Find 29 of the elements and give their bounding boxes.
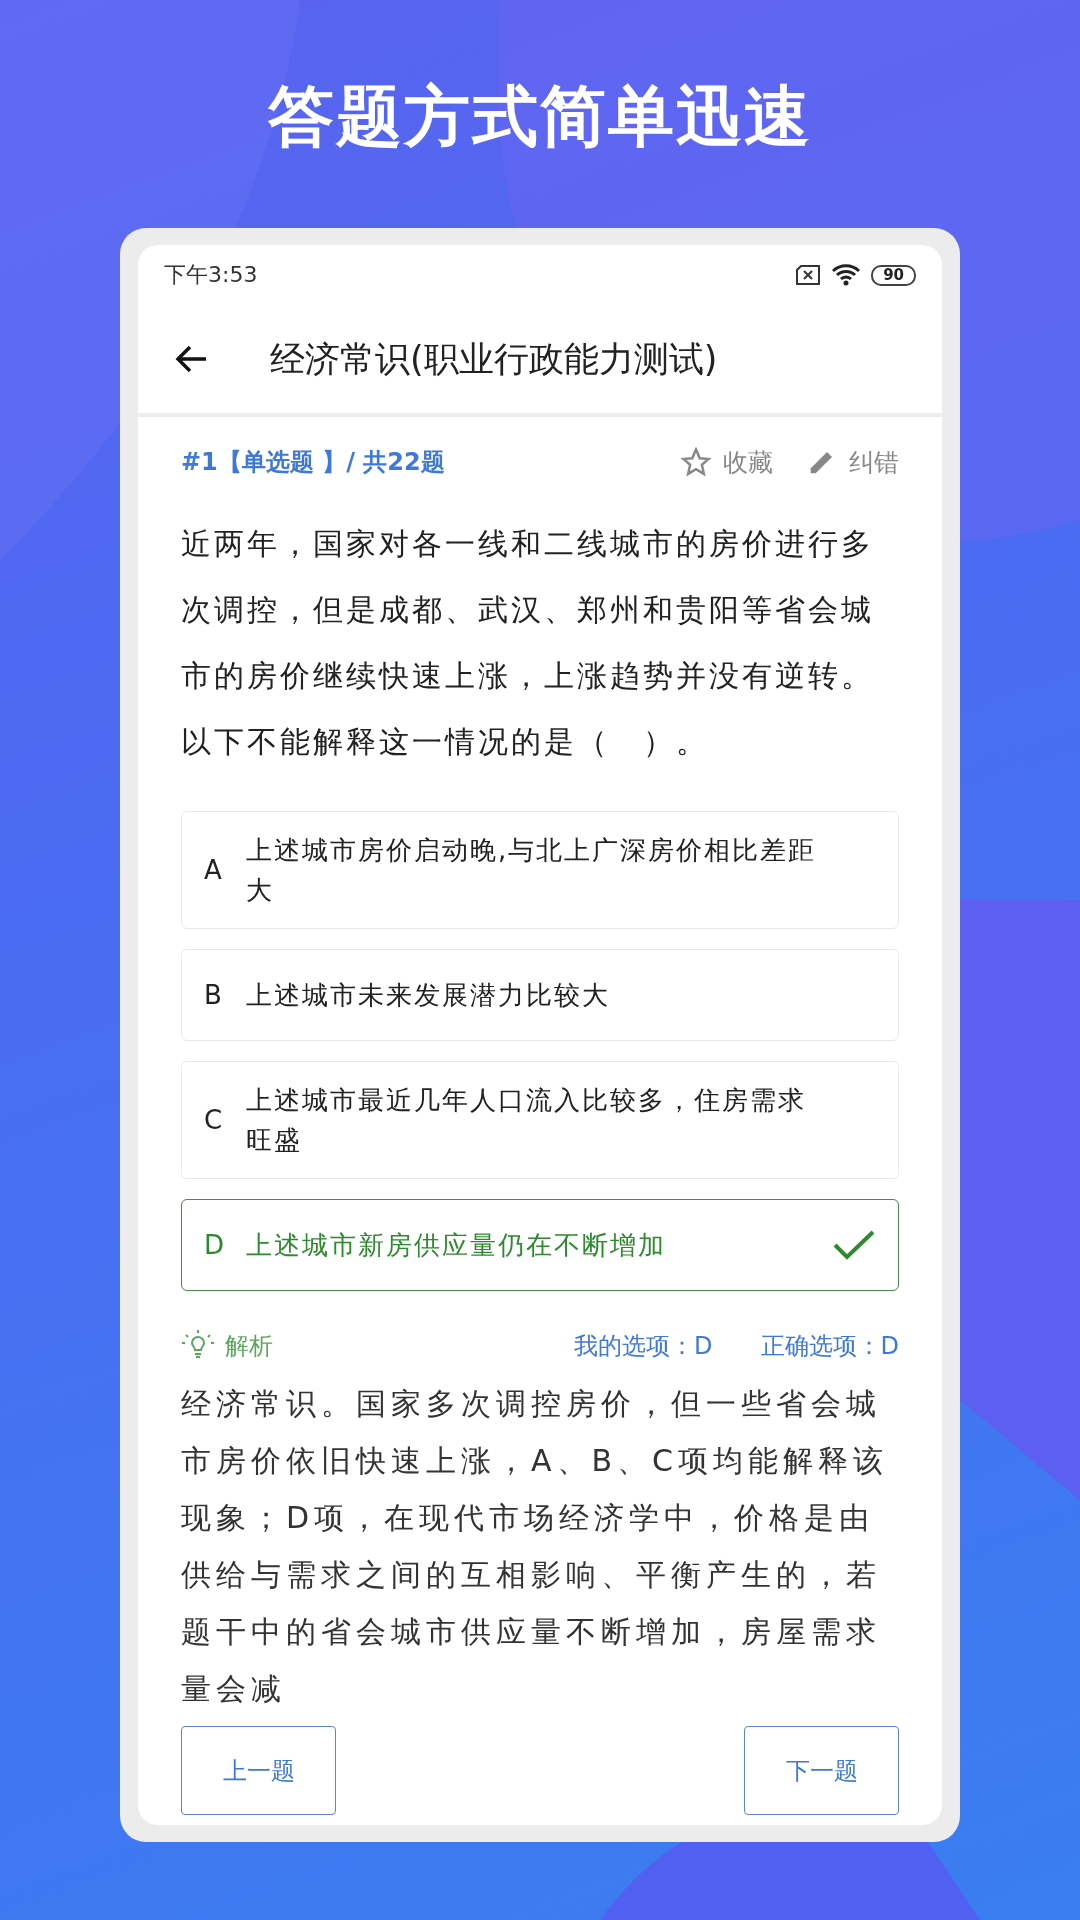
favorite-button[interactable]: 收藏 bbox=[681, 445, 773, 479]
answer-option[interactable]: D 上述城市新房供应量仍在不断增加 bbox=[181, 1199, 899, 1291]
option-letter: A bbox=[204, 855, 223, 885]
question-text: 近两年，国家对各一线和二线城市的房价进行多次调控，但是成都、武汉、郑州和贵阳等省会城市的房价继续快速上涨，上涨趋势并没有逆转。以下不能解释这一情况的是（ ）。 bbox=[181, 525, 875, 761]
next-button[interactable]: 下一题 bbox=[744, 1726, 899, 1815]
page-title: 经济常识(职业行政能力测试) bbox=[270, 337, 718, 381]
option-text: 上述城市房价启动晚,与北上广深房价相比差距大 bbox=[246, 834, 818, 907]
option-letter: B bbox=[204, 980, 223, 1010]
analysis-text: 经济常识。国家多次调控房价，但一些省会城市房价依旧快速上涨，A、B、C项均能解释该现象；D项，在现代市场经济学中，价格是由供给与需求之间的互相影响、平衡产生的，若题干中的省会城市供应量不断增加，房屋需求量会减 bbox=[181, 1385, 890, 1708]
wifi-icon bbox=[831, 264, 862, 286]
star-icon bbox=[681, 447, 711, 477]
headline: 答题方式简单迅速 bbox=[268, 77, 812, 157]
status-time: 下午3:53 bbox=[164, 261, 258, 289]
report-error-button[interactable]: 纠错 bbox=[807, 445, 899, 479]
answer-option[interactable]: B 上述城市未来发展潜力比较大 bbox=[181, 949, 899, 1041]
analysis-label: 解析 bbox=[225, 1331, 273, 1362]
correct-choice: 正确选项：D bbox=[760, 1331, 899, 1362]
checkmark-icon bbox=[832, 1229, 876, 1261]
option-text: 上述城市最近几年人口流入比较多，住房需求旺盛 bbox=[246, 1084, 807, 1157]
option-text: 上述城市新房供应量仍在不断增加 bbox=[246, 1229, 667, 1262]
option-letter: D bbox=[204, 1230, 224, 1260]
my-choice: 我的选项：D bbox=[574, 1331, 713, 1362]
option-text: 上述城市未来发展潜力比较大 bbox=[246, 979, 611, 1012]
sim-icon bbox=[795, 265, 822, 285]
back-arrow-icon[interactable] bbox=[174, 344, 208, 374]
option-letter: C bbox=[204, 1105, 224, 1135]
question-number: #1【单选题 】/ 共22题 bbox=[181, 447, 445, 478]
battery-indicator: 90 bbox=[871, 264, 916, 286]
previous-button[interactable]: 上一题 bbox=[181, 1726, 336, 1815]
